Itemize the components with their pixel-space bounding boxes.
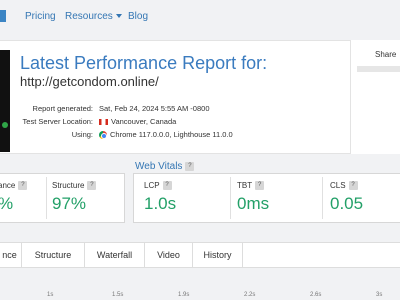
card-divider (230, 177, 231, 219)
help-icon[interactable]: ? (18, 181, 28, 191)
axis-tick: 2.6s (310, 292, 322, 298)
tab-history[interactable]: History (193, 243, 243, 268)
meta-key: Using: (71, 130, 93, 139)
axis-tick: 1.5s (112, 292, 124, 298)
share-link-field[interactable] (357, 66, 400, 72)
help-icon[interactable]: ? (162, 181, 172, 191)
metric-cls: CLS? 0.05 (330, 177, 398, 219)
waterfall-timeline-axis: 1s 1.5s 1.9s 2.2s 2.6s 3s (0, 292, 400, 300)
metric-label: LCP? (144, 181, 172, 191)
metric-label: Structure? (52, 181, 97, 191)
tab-performance[interactable]: nce (0, 243, 22, 268)
meta-using: Using: Chrome 117.0.0.0, Lighthouse 11.0… (0, 130, 400, 142)
chrome-icon (99, 131, 107, 140)
metric-structure: Structure? 97% (52, 177, 122, 219)
help-icon[interactable]: ? (255, 181, 265, 191)
metric-label: CLS? (330, 181, 358, 191)
tab-video[interactable]: Video (145, 243, 193, 268)
help-icon[interactable]: ? (348, 181, 358, 191)
help-icon[interactable]: ? (87, 181, 97, 191)
card-divider (322, 177, 323, 219)
metric-label-text: LCP (144, 181, 160, 190)
metric-lcp: LCP? 1.0s (144, 177, 224, 219)
metric-performance: ance? % (0, 177, 44, 219)
top-navigation: Pricing Resources Blog (0, 0, 400, 34)
report-tabs: nce Structure Waterfall Video History (0, 242, 400, 268)
share-label: Share (375, 50, 397, 59)
axis-tick: 1.9s (178, 292, 190, 298)
meta-value: Sat, Feb 24, 2024 5:55 AM -0800 (99, 104, 210, 113)
metric-label: ance? (0, 181, 28, 191)
report-header: Latest Performance Report for: http://ge… (0, 40, 400, 154)
metric-value: 0.05 (330, 194, 364, 213)
nav-resources-label: Resources (65, 11, 113, 22)
web-vitals-heading: Web Vitals? (135, 161, 195, 172)
canada-flag-icon (99, 119, 108, 126)
meta-key: Test Server Location: (22, 117, 93, 126)
meta-value-wrap: Chrome 117.0.0.0, Lighthouse 11.0.0 (99, 130, 233, 140)
metric-label-text: Structure (52, 181, 85, 190)
nav-pricing-link[interactable]: Pricing (25, 11, 56, 22)
logo-icon[interactable] (0, 10, 6, 22)
meta-value: Vancouver, Canada (111, 117, 177, 126)
metric-label-text: CLS (330, 181, 346, 190)
tab-waterfall[interactable]: Waterfall (85, 243, 145, 268)
meta-value-wrap: Vancouver, Canada (99, 117, 176, 126)
metric-value: % (0, 194, 13, 214)
chevron-down-icon (115, 14, 122, 19)
help-icon[interactable]: ? (185, 161, 195, 171)
metric-value: 97% (52, 194, 87, 213)
report-url: http://getcondom.online/ (20, 74, 159, 89)
web-vitals-title: Web Vitals (135, 161, 183, 172)
nav-blog-link[interactable]: Blog (128, 11, 148, 22)
axis-tick: 2.2s (244, 292, 256, 298)
metric-label-text: ance (0, 181, 16, 190)
tab-structure[interactable]: Structure (22, 243, 85, 268)
meta-server-location: Test Server Location: Vancouver, Canada (0, 117, 400, 129)
nav-resources-link[interactable]: Resources (65, 11, 122, 22)
axis-tick: 1s (47, 292, 54, 298)
metric-label: TBT? (237, 181, 265, 191)
meta-report-generated: Report generated: Sat, Feb 24, 2024 5:55… (0, 104, 400, 116)
axis-tick: 3s (376, 292, 383, 298)
metric-value: 0ms (237, 194, 270, 213)
meta-key: Report generated: (32, 104, 93, 113)
card-divider (46, 177, 47, 219)
metric-value: 1.0s (144, 194, 177, 213)
report-title: Latest Performance Report for: (20, 53, 268, 73)
meta-value: Chrome 117.0.0.0, Lighthouse 11.0.0 (110, 130, 233, 139)
metric-tbt: TBT? 0ms (237, 177, 317, 219)
share-panel: Share (350, 40, 400, 154)
metric-label-text: TBT (237, 181, 253, 190)
